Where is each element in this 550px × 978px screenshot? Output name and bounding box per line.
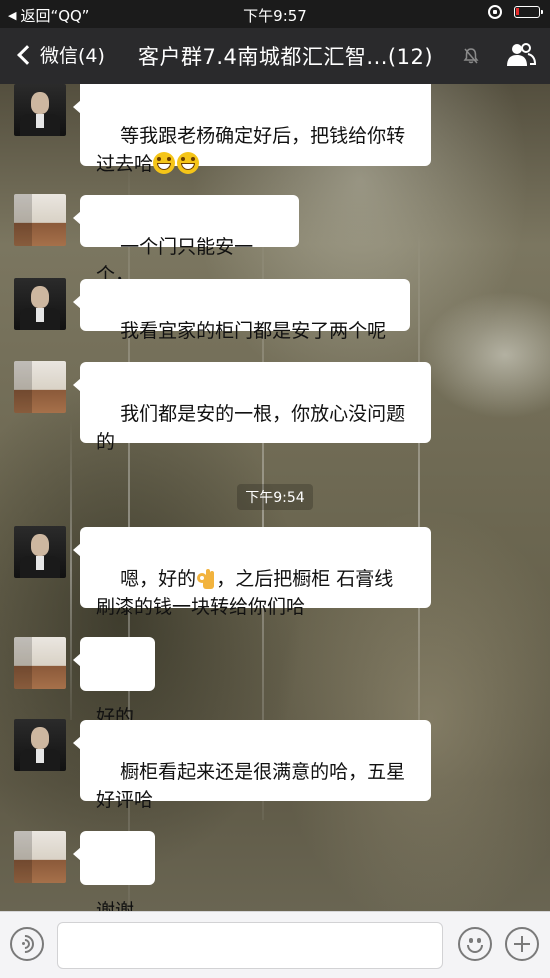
message-bubble[interactable]: 一个门只能安一个， [73, 195, 299, 286]
message-bubble[interactable]: 好的 [73, 637, 155, 728]
battery-icon [514, 6, 543, 18]
avatar-decorator[interactable] [14, 194, 66, 246]
avatar-customer[interactable] [14, 84, 66, 136]
ok-hand-emoji-icon [197, 569, 215, 589]
group-members-icon[interactable] [506, 42, 536, 68]
more-options-plus-button[interactable] [505, 927, 539, 961]
nav-bar: 微信(4) 客户群7.4南城都汇汇智...(12) [0, 28, 550, 84]
chevron-left-icon [17, 44, 37, 65]
avatar-customer[interactable] [14, 526, 66, 578]
water-streak [418, 230, 420, 790]
mute-bell-icon [463, 48, 479, 64]
back-label: 微信(4) [40, 45, 105, 67]
message-bubble[interactable]: 我们都是安的一根，你放心没问题 的 [73, 362, 431, 453]
message-bubble[interactable]: 谢谢 [73, 831, 155, 922]
back-button[interactable]: 微信(4) [14, 41, 105, 68]
message-bubble[interactable]: 橱柜看起来还是很满意的哈，五星 好评哈 [73, 720, 431, 811]
status-bar: ◀ 返回“QQ” 下午9:57 [0, 0, 550, 28]
message-bubble[interactable]: 嗯，好的 ，之后把橱柜 石膏线 刷漆的钱一块转给你们哈 [73, 527, 431, 618]
rotation-lock-icon [488, 5, 502, 19]
chat-title: 客户群7.4南城都汇汇智...(12) [138, 45, 434, 69]
message-text: 我看宜家的柜门都是安了两个呢 [120, 320, 387, 342]
message-text: 嗯，好的 [120, 568, 197, 590]
message-input[interactable] [57, 922, 443, 969]
battery-level [516, 8, 519, 15]
avatar-decorator[interactable] [14, 831, 66, 883]
grin-emoji-icon [153, 152, 176, 174]
message-bubble[interactable]: 等我跟老杨确定好后，把钱给你转 过去哈 [73, 84, 431, 175]
avatar-customer[interactable] [14, 278, 66, 330]
avatar-decorator[interactable] [14, 361, 66, 413]
input-bar [0, 911, 550, 978]
emoji-button[interactable] [458, 927, 492, 961]
message-bubble[interactable]: 我看宜家的柜门都是安了两个呢 [73, 279, 410, 342]
timestamp-label: 下午9:54 [237, 484, 313, 510]
grin-emoji-icon [177, 152, 200, 174]
avatar-customer[interactable] [14, 719, 66, 771]
status-time: 下午9:57 [243, 7, 307, 25]
water-streak [70, 420, 72, 720]
avatar-decorator[interactable] [14, 637, 66, 689]
voice-input-button[interactable] [10, 927, 44, 961]
chat-timestamp: 下午9:54 [0, 484, 550, 510]
